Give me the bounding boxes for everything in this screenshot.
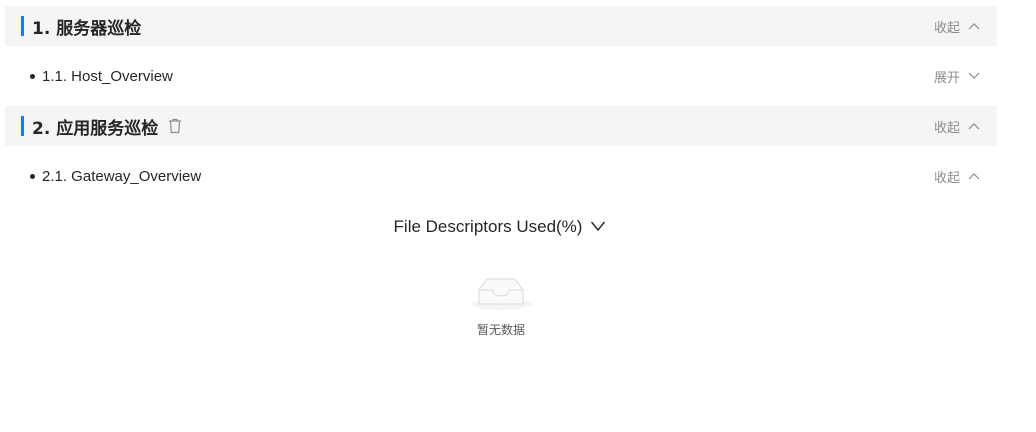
section-header-1: 1. 服务器巡检 收起: [5, 6, 997, 46]
section-header-2: 2. 应用服务巡检 收起: [5, 106, 997, 146]
empty-state-text: 暂无数据: [476, 323, 525, 337]
empty-inbox-icon: [469, 270, 533, 317]
toggle-label: 收起: [933, 170, 960, 186]
expand-toggle[interactable]: 展开: [934, 67, 980, 86]
bullet-dot: [30, 173, 35, 179]
empty-state: 暂无数据: [460, 270, 542, 350]
chevron-up-icon: [968, 22, 980, 30]
chevron-down-icon: [968, 72, 980, 80]
chart-panel-header: File Descriptors Used(%): [0, 214, 1000, 240]
chart-title-dropdown[interactable]: File Descriptors Used(%): [394, 217, 607, 237]
chevron-down-icon: [582, 217, 606, 237]
toggle-label: 展开: [933, 70, 960, 86]
section-title: 2. 应用服务巡检: [32, 118, 159, 139]
section-accent-bar: [21, 116, 24, 136]
toggle-label: 收起: [933, 120, 960, 136]
bullet-dot: [30, 73, 35, 79]
subitem-label: 1.1. Host_Overview: [42, 67, 173, 85]
chevron-up-icon: [968, 172, 980, 180]
subitem-label: 2.1. Gateway_Overview: [42, 167, 202, 185]
collapse-toggle[interactable]: 收起: [934, 167, 980, 186]
chevron-up-icon: [968, 122, 980, 130]
trash-icon[interactable]: [168, 118, 182, 134]
collapse-toggle[interactable]: 收起: [934, 17, 980, 36]
section-accent-bar: [21, 16, 24, 36]
toggle-label: 收起: [933, 20, 960, 36]
collapse-toggle[interactable]: 收起: [934, 117, 980, 136]
chart-title: File Descriptors Used(%): [393, 217, 583, 236]
section-title: 1. 服务器巡检: [32, 18, 142, 39]
list-item-host-overview: 1.1. Host_Overview 展开: [5, 56, 997, 96]
list-item-gateway-overview: 2.1. Gateway_Overview 收起: [5, 156, 997, 196]
